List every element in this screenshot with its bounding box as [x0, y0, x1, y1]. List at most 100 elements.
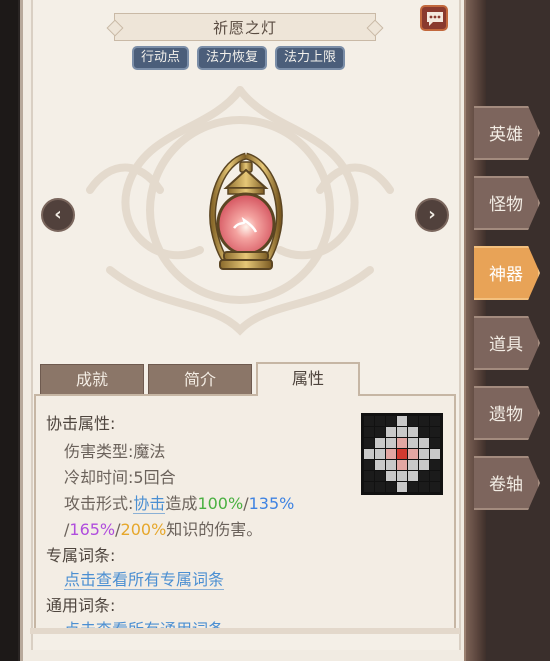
grid-cell	[430, 449, 440, 459]
grid-cell	[386, 427, 396, 437]
grid-cell	[397, 416, 407, 426]
side-tab-scrolls[interactable]: 卷轴	[474, 456, 540, 510]
grid-cell	[430, 460, 440, 470]
content-bottom-edge	[30, 628, 460, 634]
side-tab-relics-label: 遗物	[489, 405, 523, 425]
tab-achievements-label: 成就	[75, 370, 108, 389]
chevron-left-icon: ‹	[54, 204, 62, 225]
damage-type-row: 伤害类型:魔法	[64, 438, 165, 462]
next-item-button[interactable]: ›	[415, 198, 449, 232]
attack-mid-text: 造成	[165, 494, 198, 513]
cooldown-label: 冷却时间:	[64, 468, 134, 487]
grid-cell	[430, 471, 440, 481]
pct-165: 165%	[69, 520, 116, 539]
grid-cell	[375, 482, 385, 492]
side-tab-monsters[interactable]: 怪物	[474, 176, 540, 230]
grid-cell	[430, 427, 440, 437]
prev-item-button[interactable]: ‹	[41, 198, 75, 232]
grid-cell	[408, 460, 418, 470]
side-tab-heroes-label: 英雄	[489, 125, 523, 145]
grid-cell	[419, 427, 429, 437]
tag-chips: 行动点 法力恢复 法力上限	[132, 46, 346, 70]
tag-chip-action-points[interactable]: 行动点	[132, 46, 190, 70]
grid-cell	[408, 427, 418, 437]
grid-cell	[364, 482, 374, 492]
general-traits-heading: 通用词条:	[46, 596, 116, 615]
grid-cell	[386, 460, 396, 470]
grid-cell	[364, 427, 374, 437]
grid-cell	[375, 449, 385, 459]
grid-cell	[408, 449, 418, 459]
pct-200: 200%	[120, 520, 167, 539]
tag-chip-mana-regen[interactable]: 法力恢复	[197, 46, 268, 70]
grid-cell	[364, 471, 374, 481]
grid-cell	[386, 416, 396, 426]
grid-cell	[397, 471, 407, 481]
item-title-text: 祈愿之灯	[212, 18, 277, 37]
grid-cell	[364, 460, 374, 470]
pct-135: 135%	[248, 494, 295, 513]
side-tab-items-label: 道具	[489, 335, 523, 355]
grid-cell	[386, 482, 396, 492]
attack-form-label: 攻击形式:	[64, 494, 134, 513]
grid-cell	[364, 449, 374, 459]
side-tab-artifacts[interactable]: 神器	[474, 246, 540, 300]
side-tab-scrolls-label: 卷轴	[489, 475, 523, 495]
grid-cell	[408, 416, 418, 426]
grid-cell	[375, 471, 385, 481]
tag-chip-mana-cap[interactable]: 法力上限	[275, 46, 346, 70]
grid-cell	[386, 449, 396, 459]
pct-100: 100%	[197, 494, 244, 513]
damage-type-value: 魔法	[133, 442, 166, 461]
view-exclusive-traits-link[interactable]: 点击查看所有专属词条	[64, 570, 225, 590]
side-tab-items[interactable]: 道具	[474, 316, 540, 370]
grid-cell	[419, 449, 429, 459]
tab-intro-label: 简介	[183, 370, 216, 389]
tab-achievements[interactable]: 成就	[40, 364, 144, 394]
grid-cell	[408, 438, 418, 448]
chevron-right-icon: ›	[428, 204, 436, 225]
left-strip	[0, 0, 18, 661]
grid-cell	[397, 427, 407, 437]
side-tab-artifacts-label: 神器	[489, 265, 523, 285]
grid-cell	[408, 471, 418, 481]
grid-cell	[419, 482, 429, 492]
grid-cell	[408, 482, 418, 492]
item-title: 祈愿之灯	[114, 13, 376, 41]
grid-cell	[375, 416, 385, 426]
tab-attributes[interactable]: 属性	[256, 362, 360, 396]
tab-attributes-label: 属性	[291, 369, 324, 388]
exclusive-traits-heading: 专属词条:	[46, 546, 116, 565]
attack-form-row: 攻击形式:协击造成100%/135%	[64, 490, 294, 514]
grid-cell	[419, 460, 429, 470]
coop-attack-link[interactable]: 协击	[133, 494, 166, 514]
exclusive-traits-row: 点击查看所有专属词条	[64, 566, 225, 590]
grid-cell	[430, 482, 440, 492]
grid-cell	[386, 438, 396, 448]
grid-cell	[419, 438, 429, 448]
grid-cell	[419, 416, 429, 426]
side-tab-monsters-label: 怪物	[489, 195, 523, 215]
grid-cell	[430, 416, 440, 426]
chat-icon	[427, 12, 443, 26]
grid-cell	[397, 460, 407, 470]
grid-cell	[419, 471, 429, 481]
grid-cell	[397, 438, 407, 448]
grid-cell	[430, 438, 440, 448]
side-tab-relics[interactable]: 遗物	[474, 386, 540, 440]
attack-range-grid-icon	[361, 413, 443, 495]
view-general-traits-link[interactable]: 点击查看所有通用词条	[64, 620, 225, 628]
coop-attack-heading: 协击属性:	[46, 414, 116, 433]
attack-tail-text: 知识的伤害。	[166, 520, 263, 539]
general-traits-row: 点击查看所有通用词条	[64, 616, 225, 628]
grid-cell	[386, 471, 396, 481]
grid-cell	[364, 416, 374, 426]
grid-cell	[397, 449, 407, 459]
damage-type-label: 伤害类型:	[64, 442, 134, 461]
grid-cell	[375, 427, 385, 437]
cooldown-value: 5回合	[133, 468, 176, 487]
chat-button[interactable]	[420, 5, 448, 31]
side-tab-heroes[interactable]: 英雄	[474, 106, 540, 160]
lantern-icon	[209, 152, 283, 270]
tab-intro[interactable]: 简介	[148, 364, 252, 394]
